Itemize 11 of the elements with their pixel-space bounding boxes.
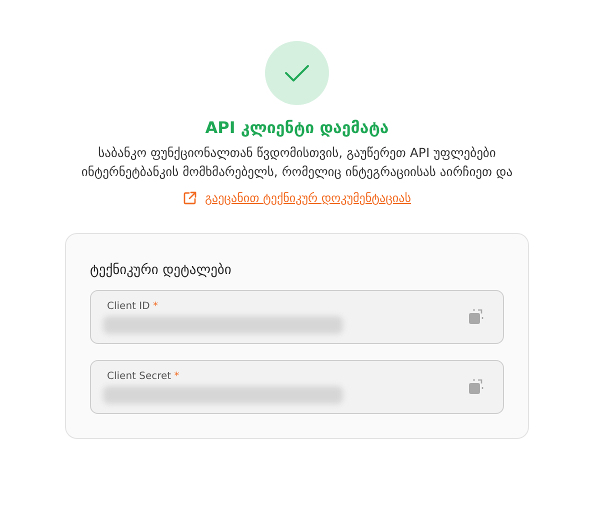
field-label: Client ID * [107, 300, 159, 312]
success-title: API კლიენტი დაემატა [205, 118, 389, 137]
copy-icon[interactable] [467, 378, 485, 396]
copy-icon[interactable] [467, 308, 485, 326]
readonly-field[interactable]: Client ID * [90, 290, 504, 344]
readonly-field[interactable]: Client Secret * [90, 360, 504, 414]
check-icon [284, 63, 310, 83]
external-link-icon [183, 191, 197, 205]
description-text: საბანკო ფუნქციონალთან წვდომისთვის, გაუწერეთ API უფლებები ინტერნეტბანკის მომხმარებელს, რომელიც ინტეგრაციისას აირჩიეთ და [80, 144, 514, 181]
field-label: Client Secret * [107, 370, 180, 382]
details-title: ტექნიკური დეტალები [90, 262, 232, 278]
